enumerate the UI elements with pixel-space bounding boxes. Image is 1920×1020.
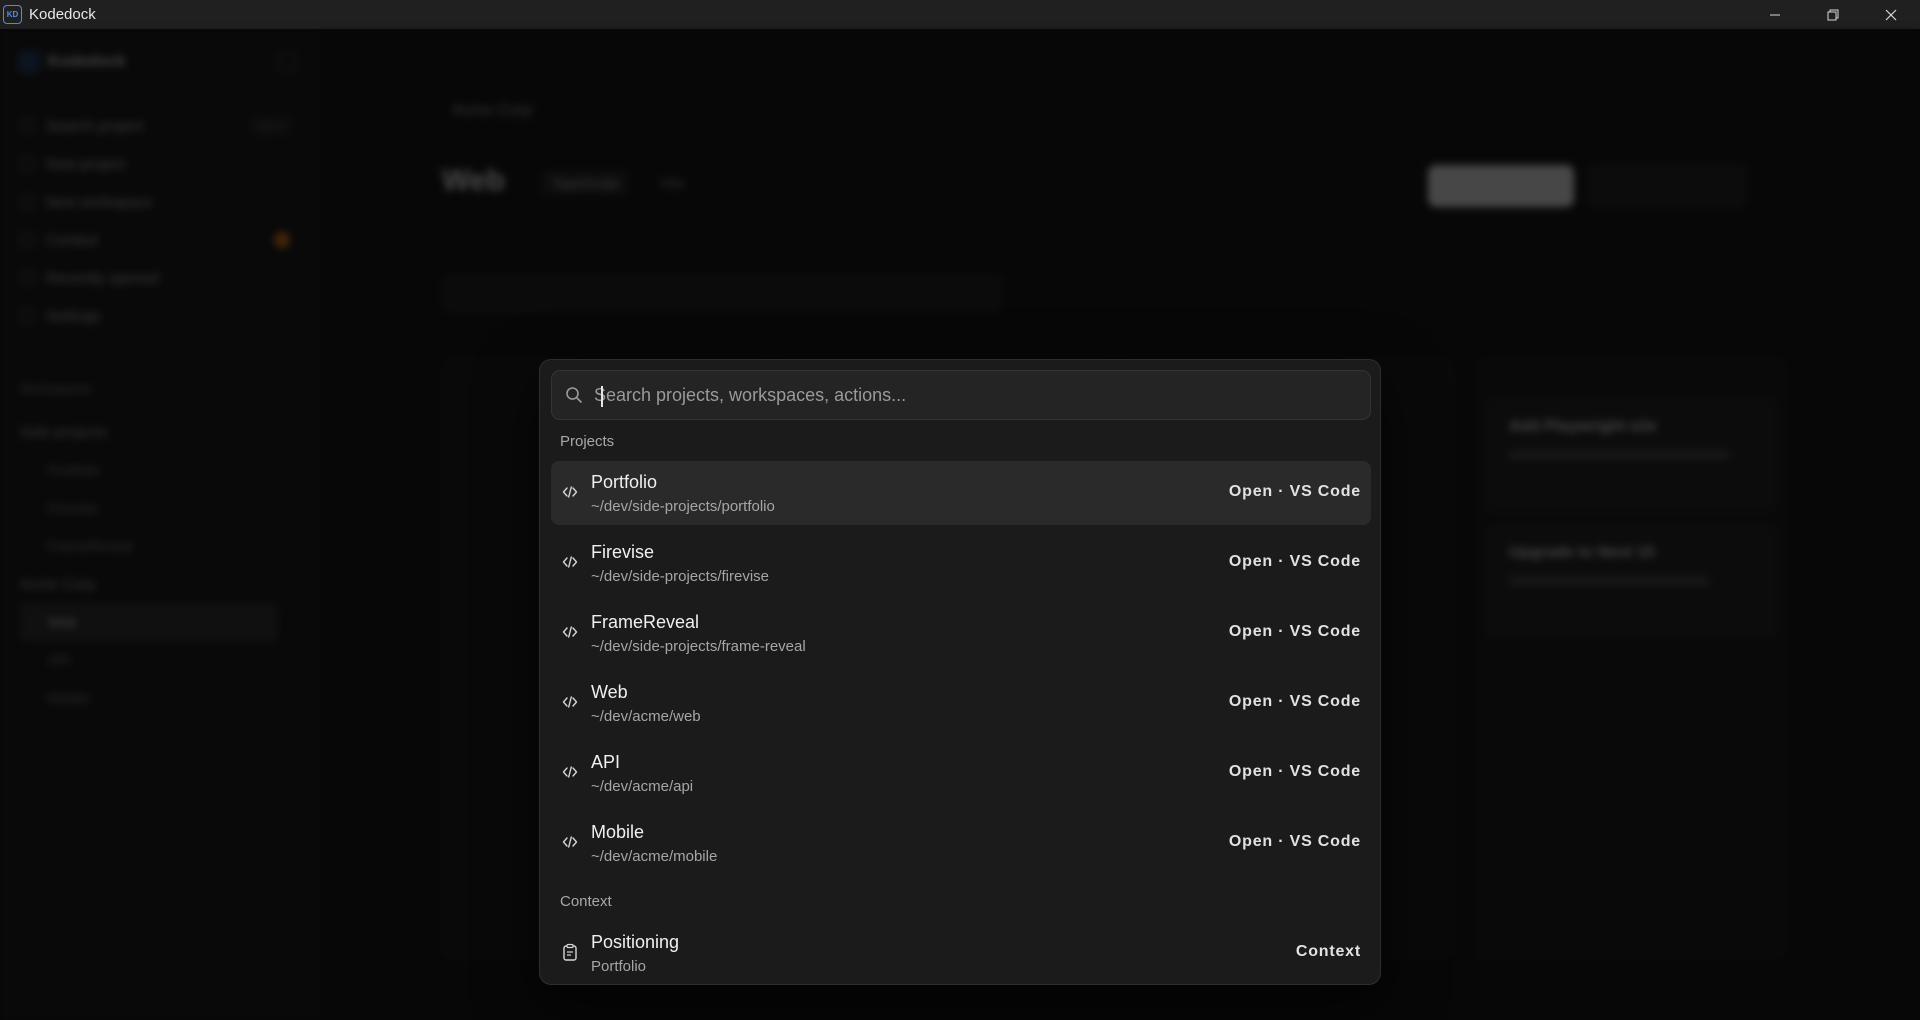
restore-icon: [1827, 9, 1839, 20]
group-label-projects: Projects: [560, 433, 615, 450]
close-button[interactable]: [1862, 0, 1920, 29]
item-sub: Portfolio: [591, 958, 647, 975]
window-controls: [1746, 0, 1920, 29]
item-title: API: [591, 752, 621, 772]
group-label-context: Context: [560, 893, 612, 910]
palette-item-positioning[interactable]: Positioning Portfolio Context: [551, 921, 1371, 985]
item-path: ~/dev/acme/api: [591, 778, 694, 795]
item-action-hint: Open · VS Code: [1228, 763, 1361, 780]
minimize-icon: [1770, 14, 1780, 15]
item-title: Portfolio: [591, 472, 658, 492]
code-icon: [561, 553, 579, 571]
clipboard-icon: [561, 943, 579, 961]
item-path: ~/dev/side-projects/firevise: [591, 568, 769, 585]
close-icon: [1885, 9, 1897, 20]
code-icon: [561, 833, 579, 851]
search-icon: [562, 383, 586, 407]
palette-item-portfolio[interactable]: Portfolio ~/dev/side-projects/portfolio …: [551, 461, 1371, 525]
item-path: ~/dev/side-projects/frame-reveal: [591, 638, 806, 655]
item-action-hint: Open · VS Code: [1228, 553, 1361, 570]
minimize-button[interactable]: [1746, 0, 1804, 29]
item-action-hint: Open · VS Code: [1228, 833, 1361, 850]
command-palette: Projects Portfolio ~/dev/side-projects/p…: [539, 359, 1381, 985]
item-action-hint: Open · VS Code: [1228, 623, 1361, 640]
item-action-hint: Open · VS Code: [1228, 483, 1361, 500]
title-bar: KD Kodedock: [0, 0, 1920, 29]
search-input[interactable]: [586, 371, 1370, 419]
code-icon: [561, 763, 579, 781]
item-title: Positioning: [591, 932, 680, 952]
item-path: ~/dev/acme/web: [591, 708, 701, 725]
palette-item-api[interactable]: API ~/dev/acme/api Open · VS Code: [551, 741, 1371, 805]
item-path: ~/dev/side-projects/portfolio: [591, 498, 775, 515]
palette-item-web[interactable]: Web ~/dev/acme/web Open · VS Code: [551, 671, 1371, 735]
code-icon: [561, 623, 579, 641]
restore-button[interactable]: [1804, 0, 1862, 29]
palette-item-mobile[interactable]: Mobile ~/dev/acme/mobile Open · VS Code: [551, 811, 1371, 875]
item-action-hint: Open · VS Code: [1228, 693, 1361, 710]
item-title: FrameReveal: [591, 612, 700, 632]
app-logo-icon: KD: [3, 5, 22, 24]
code-icon: [561, 483, 579, 501]
item-action-hint: Context: [1295, 943, 1361, 960]
search-box[interactable]: [551, 370, 1371, 420]
palette-item-firevise[interactable]: Firevise ~/dev/side-projects/firevise Op…: [551, 531, 1371, 595]
item-title: Firevise: [591, 542, 655, 562]
palette-item-framereveal[interactable]: FrameReveal ~/dev/side-projects/frame-re…: [551, 601, 1371, 665]
item-title: Web: [591, 682, 628, 702]
window-title: Kodedock: [29, 6, 96, 23]
text-caret: [601, 386, 603, 407]
item-title: Mobile: [591, 822, 645, 842]
code-icon: [561, 693, 579, 711]
item-path: ~/dev/acme/mobile: [591, 848, 718, 865]
